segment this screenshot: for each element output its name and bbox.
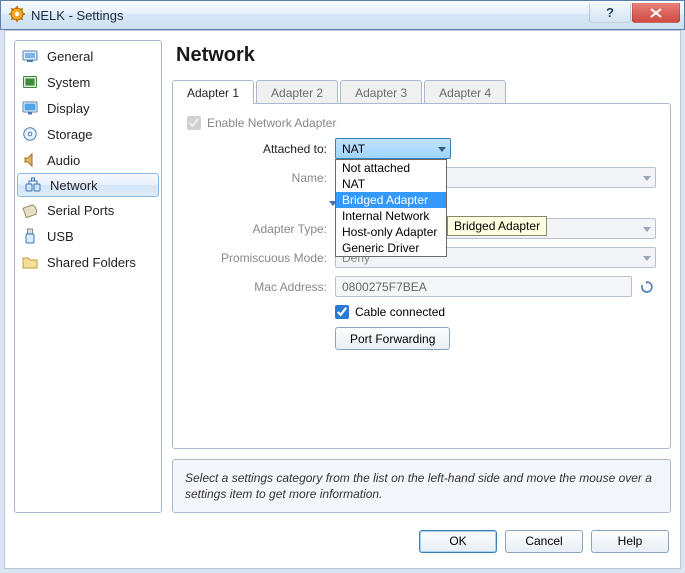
- help-button[interactable]: Help: [591, 530, 669, 553]
- mac-address-input[interactable]: [335, 276, 632, 297]
- ok-button[interactable]: OK: [419, 530, 497, 553]
- tab-adapter-2[interactable]: Adapter 2: [256, 80, 338, 104]
- storage-icon: [21, 125, 39, 143]
- chevron-down-icon: [643, 256, 651, 261]
- adapter-tabs: Adapter 1 Adapter 2 Adapter 3 Adapter 4: [172, 79, 671, 103]
- name-label: Name:: [187, 171, 327, 185]
- sidebar-item-label: Network: [50, 178, 98, 193]
- option-host-only-adapter[interactable]: Host-only Adapter: [336, 224, 446, 240]
- cable-connected-label: Cable connected: [355, 305, 445, 319]
- tab-adapter-1[interactable]: Adapter 1: [172, 80, 254, 104]
- settings-sidebar: General System Display Storage Audio Net…: [14, 40, 162, 513]
- tooltip: Bridged Adapter: [447, 216, 547, 236]
- display-icon: [21, 99, 39, 117]
- chevron-down-icon: [643, 176, 651, 181]
- cable-connected-checkbox[interactable]: [335, 305, 349, 319]
- usb-icon: [21, 227, 39, 245]
- adapter-type-label: Adapter Type:: [187, 222, 327, 236]
- sidebar-item-label: Display: [47, 101, 90, 116]
- close-button[interactable]: [632, 3, 680, 23]
- adapter-1-panel: Enable Network Adapter Attached to: NAT …: [172, 103, 671, 449]
- audio-icon: [21, 151, 39, 169]
- option-nat[interactable]: NAT: [336, 176, 446, 192]
- sidebar-item-label: USB: [47, 229, 74, 244]
- dialog-body: General System Display Storage Audio Net…: [4, 30, 681, 569]
- sidebar-item-shared-folders[interactable]: Shared Folders: [15, 249, 161, 275]
- sidebar-item-network[interactable]: Network: [17, 173, 159, 197]
- chevron-down-icon: [438, 147, 446, 152]
- system-icon: [21, 73, 39, 91]
- sidebar-item-display[interactable]: Display: [15, 95, 161, 121]
- sidebar-item-system[interactable]: System: [15, 69, 161, 95]
- sidebar-item-general[interactable]: General: [15, 43, 161, 69]
- window-titlebar: NELK - Settings ?: [0, 0, 685, 30]
- sidebar-item-label: Storage: [47, 127, 93, 142]
- gear-icon: [9, 6, 25, 25]
- promiscuous-mode-label: Promiscuous Mode:: [187, 251, 327, 265]
- port-forwarding-button[interactable]: Port Forwarding: [335, 327, 450, 350]
- help-button[interactable]: ?: [589, 3, 631, 23]
- sidebar-item-label: Shared Folders: [47, 255, 136, 270]
- content-area: Network Adapter 1 Adapter 2 Adapter 3 Ad…: [172, 40, 671, 513]
- dialog-button-bar: OK Cancel Help: [14, 523, 671, 559]
- enable-network-adapter-checkbox[interactable]: [187, 116, 201, 130]
- help-panel: Select a settings category from the list…: [172, 459, 671, 513]
- network-icon: [24, 176, 42, 194]
- sidebar-item-label: General: [47, 49, 93, 64]
- attached-to-label: Attached to:: [187, 142, 327, 156]
- serial-ports-icon: [21, 201, 39, 219]
- sidebar-item-audio[interactable]: Audio: [15, 147, 161, 173]
- option-generic-driver[interactable]: Generic Driver: [336, 240, 446, 256]
- sidebar-item-label: System: [47, 75, 90, 90]
- option-internal-network[interactable]: Internal Network: [336, 208, 446, 224]
- window-title: NELK - Settings: [31, 8, 124, 23]
- attached-to-dropdown[interactable]: Not attached NAT Bridged Adapter Interna…: [335, 159, 447, 257]
- chevron-down-icon: [643, 227, 651, 232]
- mac-address-label: Mac Address:: [187, 280, 327, 294]
- sidebar-item-serial-ports[interactable]: Serial Ports: [15, 197, 161, 223]
- general-icon: [21, 47, 39, 65]
- sidebar-item-label: Serial Ports: [47, 203, 114, 218]
- tab-adapter-4[interactable]: Adapter 4: [424, 80, 506, 104]
- option-not-attached[interactable]: Not attached: [336, 160, 446, 176]
- page-title: Network: [176, 44, 671, 67]
- attached-to-select[interactable]: NAT: [335, 138, 451, 159]
- sidebar-item-storage[interactable]: Storage: [15, 121, 161, 147]
- sidebar-item-usb[interactable]: USB: [15, 223, 161, 249]
- shared-folders-icon: [21, 253, 39, 271]
- sidebar-item-label: Audio: [47, 153, 80, 168]
- option-bridged-adapter[interactable]: Bridged Adapter: [336, 192, 446, 208]
- refresh-mac-button[interactable]: [638, 278, 656, 296]
- tab-adapter-3[interactable]: Adapter 3: [340, 80, 422, 104]
- enable-network-adapter-label: Enable Network Adapter: [207, 116, 336, 130]
- cancel-button[interactable]: Cancel: [505, 530, 583, 553]
